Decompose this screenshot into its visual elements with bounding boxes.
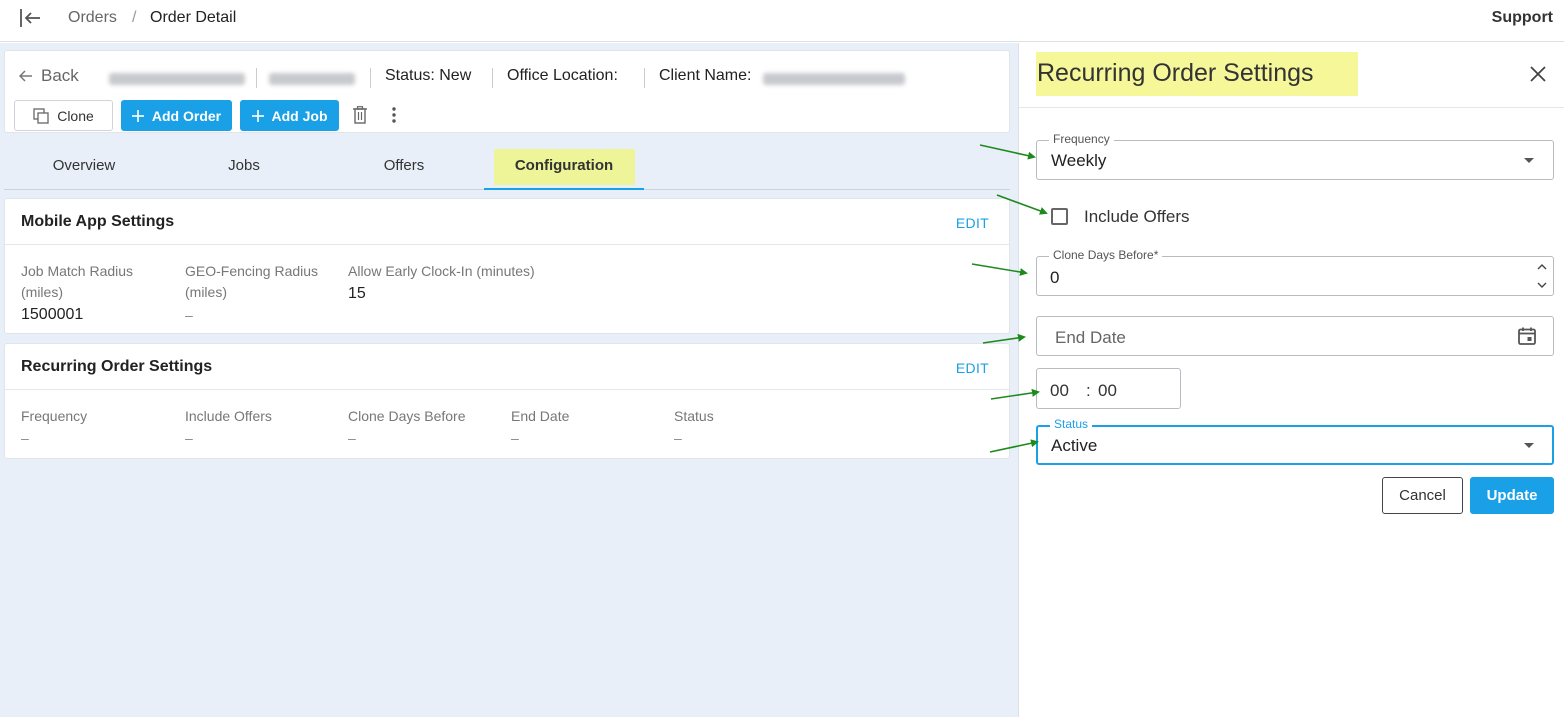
time-hours-input[interactable]: 00 — [1050, 381, 1069, 401]
field-label: GEO-Fencing Radius (miles) — [185, 263, 319, 300]
breadcrumb-orders[interactable]: Orders — [68, 9, 117, 27]
time-separator: : — [1086, 381, 1091, 400]
field-value: 15 — [348, 285, 366, 302]
blurred-order-id — [269, 73, 355, 85]
include-offers-checkbox[interactable] — [1051, 208, 1068, 225]
status-label: Status — [1050, 417, 1093, 431]
clone-button[interactable]: Clone — [14, 100, 113, 131]
plus-icon — [251, 109, 264, 122]
add-job-button[interactable]: Add Job — [240, 100, 339, 131]
divider — [492, 68, 493, 88]
mobile-app-settings-card: Mobile App Settings EDIT Job Match Radiu… — [4, 198, 1010, 334]
field-label: Allow Early Clock-In (minutes) — [348, 263, 535, 279]
frequency-label: Frequency — [1049, 132, 1114, 146]
field-value: – — [674, 430, 682, 446]
tab-bar: Overview Jobs Offers Configuration — [4, 149, 1010, 190]
calendar-icon[interactable] — [1517, 326, 1537, 346]
include-offers-label[interactable]: Include Offers — [1084, 207, 1190, 227]
back-label: Back — [41, 66, 79, 85]
clone-label: Clone — [57, 107, 94, 124]
field-label: Status — [674, 408, 714, 424]
divider — [1019, 107, 1564, 108]
section-title: Recurring Order Settings — [21, 358, 213, 375]
dropdown-arrow-icon — [1524, 158, 1534, 163]
field-value: – — [185, 430, 193, 446]
chevron-up-icon[interactable] — [1537, 263, 1547, 271]
edit-recurring-settings-button[interactable]: EDIT — [956, 360, 989, 376]
order-status: Status: New — [385, 67, 472, 84]
divider — [644, 68, 645, 88]
client-name-label: Client Name: — [659, 67, 752, 84]
blurred-client-name — [763, 73, 905, 85]
divider — [5, 389, 1009, 390]
order-header-card: Back Status: New Office Location: Client… — [4, 50, 1010, 133]
cancel-button[interactable]: Cancel — [1382, 477, 1463, 514]
field-value: 1500001 — [21, 306, 84, 323]
clone-days-before-input[interactable]: Clone Days Before* 0 — [1036, 248, 1554, 296]
time-minutes-input[interactable]: 00 — [1098, 381, 1117, 401]
plus-icon — [131, 109, 144, 122]
recurring-order-settings-panel: Recurring Order Settings Frequency Weekl… — [1018, 43, 1564, 717]
field-label: End Date — [511, 408, 570, 424]
section-title: Mobile App Settings — [21, 213, 175, 230]
field-value: – — [185, 307, 193, 323]
field-value: – — [348, 430, 356, 446]
panel-title: Recurring Order Settings — [1037, 59, 1314, 87]
tab-configuration-label: Configuration — [493, 149, 635, 185]
breadcrumb-current: Order Detail — [150, 9, 237, 26]
dropdown-arrow-icon — [1524, 443, 1534, 448]
divider — [5, 244, 1009, 245]
copy-icon — [33, 107, 49, 124]
frequency-value: Weekly — [1051, 151, 1107, 170]
add-order-button[interactable]: Add Order — [121, 100, 232, 131]
top-bar: Orders / Order Detail Support — [0, 0, 1564, 42]
chevron-down-icon[interactable] — [1537, 281, 1547, 289]
arrow-left-icon — [19, 70, 32, 82]
support-link[interactable]: Support — [1492, 9, 1553, 27]
blurred-order-name — [109, 73, 245, 85]
divider — [370, 68, 371, 88]
tab-jobs[interactable]: Jobs — [164, 149, 324, 189]
field-value: – — [511, 430, 519, 446]
trash-icon[interactable] — [352, 106, 368, 124]
recurring-order-settings-card: Recurring Order Settings EDIT Frequency … — [4, 343, 1010, 459]
status-select[interactable]: Status Active — [1036, 417, 1554, 465]
field-label: Clone Days Before — [348, 408, 466, 424]
tab-configuration[interactable]: Configuration — [484, 149, 644, 190]
divider — [256, 68, 257, 88]
order-detail-content: Back Status: New Office Location: Client… — [0, 43, 1018, 717]
add-job-label: Add Job — [271, 107, 328, 124]
time-input: 00 : 00 — [1036, 368, 1181, 409]
tab-overview[interactable]: Overview — [4, 149, 164, 189]
update-button[interactable]: Update — [1470, 477, 1554, 514]
frequency-select[interactable]: Frequency Weekly — [1036, 132, 1554, 180]
clone-days-before-value: 0 — [1050, 268, 1060, 287]
end-date-placeholder: End Date — [1055, 328, 1126, 347]
edit-mobile-settings-button[interactable]: EDIT — [956, 215, 989, 231]
field-label: Include Offers — [185, 408, 272, 424]
tab-offers[interactable]: Offers — [324, 149, 484, 189]
office-location-label: Office Location: — [507, 67, 618, 84]
field-label: Job Match Radius (miles) — [21, 263, 134, 300]
end-date-input[interactable]: End Date — [1036, 316, 1554, 356]
breadcrumb-separator: / — [132, 9, 137, 26]
clone-days-before-label: Clone Days Before* — [1049, 248, 1163, 262]
add-order-label: Add Order — [151, 107, 222, 124]
more-options-icon[interactable] — [390, 106, 398, 124]
field-value: – — [21, 430, 29, 446]
field-label: Frequency — [21, 408, 88, 424]
status-value: Active — [1051, 436, 1098, 455]
back-button[interactable]: Back — [19, 66, 79, 86]
collapse-sidebar-icon[interactable] — [18, 6, 42, 30]
close-icon[interactable] — [1530, 66, 1546, 82]
